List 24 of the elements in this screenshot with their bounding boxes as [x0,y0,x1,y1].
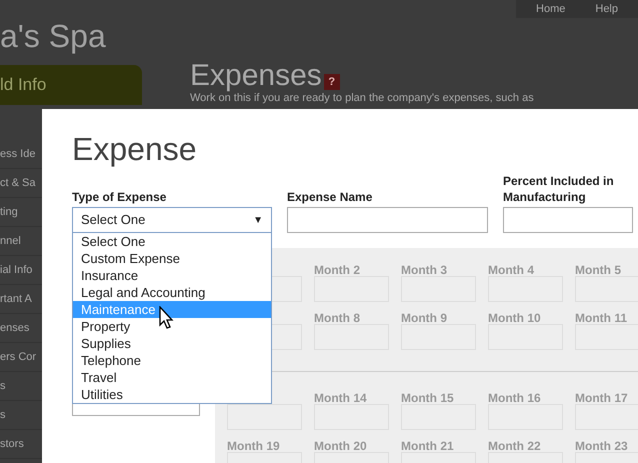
month-label: Month 22 [488,439,541,453]
month-label: Month 14 [314,391,367,405]
month-label: Month 11 [575,311,628,325]
month-label: Month 21 [401,439,454,453]
field-label: Percent Included in Manufacturing [503,173,615,205]
month-label: Month 5 [575,263,621,277]
month-label: Month 9 [401,311,447,325]
month-label: Month 20 [314,439,367,453]
month-label: Month 16 [488,391,541,405]
page-heading: Expenses [190,60,322,92]
month-label: Month 2 [314,263,360,277]
field-label: Type of Expense [72,189,168,205]
month-label: Month 15 [401,391,454,405]
month-label: Month 8 [314,311,360,325]
month-label: Month 3 [401,263,447,277]
intro-text: Work on this if you are ready to plan the company's expenses, such as [190,92,534,104]
brand-title: a's Spa [0,18,106,56]
month-label: Month 19 [227,439,280,453]
month-label: Month 10 [488,311,541,325]
field-label: Expense Name [287,189,374,205]
month-label: Month 23 [575,439,628,453]
dialog-title: Expense [72,131,198,167]
month-label: Month 4 [488,263,534,277]
month-label: Month 17 [575,391,628,405]
